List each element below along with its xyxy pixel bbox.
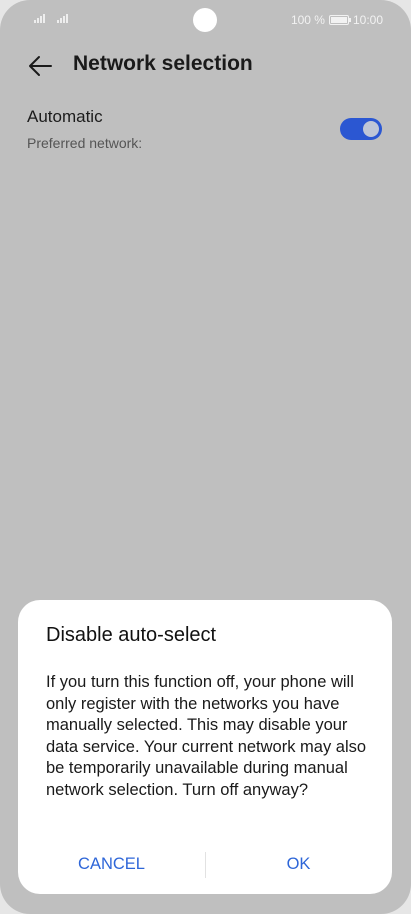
battery-icon (328, 15, 351, 25)
signal-icon (57, 14, 68, 23)
status-bar: 100 % 10:00 (0, 0, 411, 40)
status-right: 100 % 10:00 (291, 13, 383, 27)
arrow-left-icon (29, 56, 52, 76)
app-bar: Network selection (0, 44, 411, 88)
automatic-toggle[interactable] (340, 118, 382, 140)
preferred-network-label: Preferred network: (27, 135, 143, 151)
ok-button[interactable]: OK (205, 846, 392, 882)
automatic-label: Automatic (27, 107, 103, 126)
signal-icon (34, 14, 45, 23)
dialog-actions: CANCEL OK (18, 846, 392, 882)
clock: 10:00 (352, 13, 383, 27)
automatic-setting-row[interactable]: Automatic Preferred network: (27, 105, 387, 165)
page-title: Network selection (73, 52, 253, 75)
front-camera (193, 8, 217, 32)
dialog-message: If you turn this function off, your phon… (46, 673, 367, 799)
battery-percent: 100 % (290, 13, 325, 27)
back-button[interactable] (24, 50, 56, 82)
disable-auto-select-dialog: Disable auto-select If you turn this fun… (18, 600, 392, 894)
dialog-title: Disable auto-select (46, 624, 217, 646)
phone-screen: 100 % 10:00 Network selection Automatic … (0, 0, 411, 914)
toggle-knob (363, 121, 379, 137)
cancel-button[interactable]: CANCEL (18, 846, 205, 882)
